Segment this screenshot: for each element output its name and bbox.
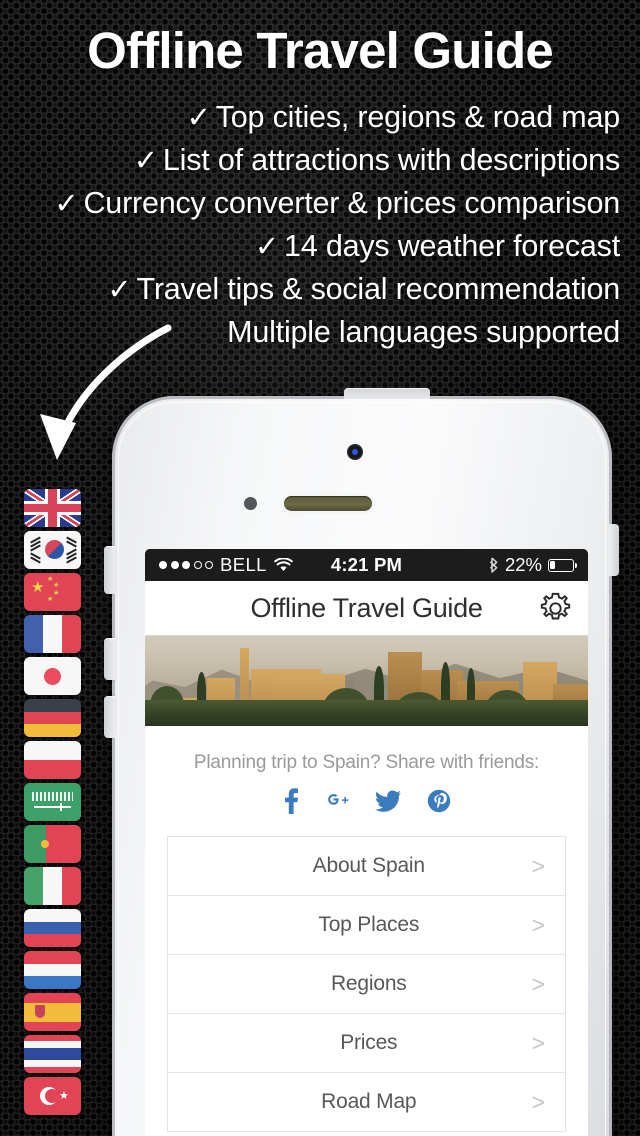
share-prompt: Planning trip to Spain? Share with frien… (193, 752, 540, 773)
power-button[interactable] (344, 388, 430, 399)
feature-item: ✓ Currency converter & prices comparison (0, 182, 620, 225)
app-title: Offline Travel Guide (250, 592, 483, 623)
feature-item: ✓ 14 days weather forecast (0, 225, 620, 268)
hero-photo (145, 636, 588, 726)
main-menu-list[interactable]: About Spain > Top Places > Regions > Prices > Ro… (167, 836, 566, 1132)
menu-row[interactable]: Prices > (168, 1014, 565, 1073)
language-flag-list[interactable]: ★ ★ ★ ★ ★ ★ (24, 489, 81, 1119)
battery-percent-label: 22% (504, 554, 542, 575)
feature-item: ✓ List of attractions with descriptions (0, 139, 620, 182)
menu-row[interactable]: Road Map > (168, 1073, 565, 1132)
volume-up-button[interactable] (104, 638, 115, 680)
menu-label: Top Places (318, 913, 420, 936)
flag-united-kingdom[interactable] (24, 489, 81, 527)
chevron-right-icon: > (531, 970, 545, 997)
flag-france[interactable] (24, 615, 81, 653)
googleplus-share-icon[interactable] (325, 789, 349, 813)
flag-russia[interactable] (24, 909, 81, 947)
status-bar: BELL 4:21 PM 22% (145, 549, 588, 581)
chevron-right-icon: > (531, 852, 545, 879)
flag-japan[interactable] (24, 657, 81, 695)
status-bar-right: 22% (488, 554, 578, 576)
feature-label: Multiple languages supported (227, 315, 620, 349)
feature-label: Travel tips & social recommendation (136, 272, 621, 306)
menu-row[interactable]: Regions > (168, 955, 565, 1014)
sim-tray (609, 524, 619, 576)
checkmark-icon: ✓ (54, 188, 79, 220)
app-navbar: Offline Travel Guide (145, 581, 588, 635)
checkmark-icon: ✓ (254, 231, 280, 263)
earpiece-speaker (284, 496, 372, 511)
curved-down-left-arrow-icon (40, 324, 172, 460)
menu-label: Prices (340, 1031, 398, 1054)
flag-china[interactable]: ★ ★ ★ ★ ★ (24, 573, 81, 611)
silent-switch[interactable] (104, 546, 115, 594)
battery-fill (550, 560, 556, 570)
chevron-right-icon: > (531, 1029, 545, 1056)
feature-label: List of attractions with descriptions (162, 143, 620, 177)
battery-icon (548, 558, 578, 572)
flag-netherlands[interactable] (24, 951, 81, 989)
hero-haze (145, 636, 588, 670)
flag-italy[interactable] (24, 867, 81, 905)
chevron-right-icon: > (531, 911, 545, 938)
proximity-sensor (244, 497, 257, 510)
flag-turkey[interactable]: ★ (24, 1077, 81, 1115)
flag-saudi-arabia[interactable] (24, 783, 81, 821)
front-camera (347, 444, 363, 460)
phone-screen: BELL 4:21 PM 22% Offline Travel Guide Pl… (145, 549, 588, 1136)
chevron-right-icon: > (531, 1088, 545, 1115)
flag-poland[interactable] (24, 741, 81, 779)
menu-row[interactable]: Top Places > (168, 896, 565, 955)
flag-spain[interactable] (24, 993, 81, 1031)
hero-foreground (145, 700, 588, 726)
phone-mockup: BELL 4:21 PM 22% Offline Travel Guide Pl… (104, 388, 619, 1136)
flag-thailand[interactable] (24, 1035, 81, 1073)
facebook-share-icon[interactable] (283, 788, 299, 814)
bluetooth-icon (489, 557, 498, 573)
twitter-share-icon[interactable] (374, 790, 401, 812)
social-share-row[interactable] (145, 774, 588, 836)
settings-button[interactable] (537, 590, 574, 632)
feature-label: Top cities, regions & road map (215, 100, 620, 134)
checkmark-icon: ✓ (133, 145, 158, 177)
feature-item: ✓ Top cities, regions & road map (0, 96, 621, 139)
menu-label: Road Map (321, 1090, 417, 1113)
volume-down-button[interactable] (104, 696, 115, 738)
checkmark-icon: ✓ (186, 102, 211, 134)
page-title: Offline Travel Guide (87, 22, 554, 79)
flag-germany[interactable] (24, 699, 81, 737)
gear-icon (540, 592, 571, 620)
feature-label: Currency converter & prices comparison (83, 186, 620, 220)
flag-south-korea[interactable] (24, 531, 81, 569)
feature-label: 14 days weather forecast (284, 229, 620, 263)
menu-label: About Spain (312, 854, 425, 877)
app-content: Offline Travel Guide Planning trip to Sp… (145, 581, 588, 1136)
pinterest-share-icon[interactable] (427, 789, 451, 813)
menu-label: Regions (330, 972, 407, 995)
menu-row[interactable]: About Spain > (168, 837, 565, 896)
flag-portugal[interactable] (24, 825, 81, 863)
